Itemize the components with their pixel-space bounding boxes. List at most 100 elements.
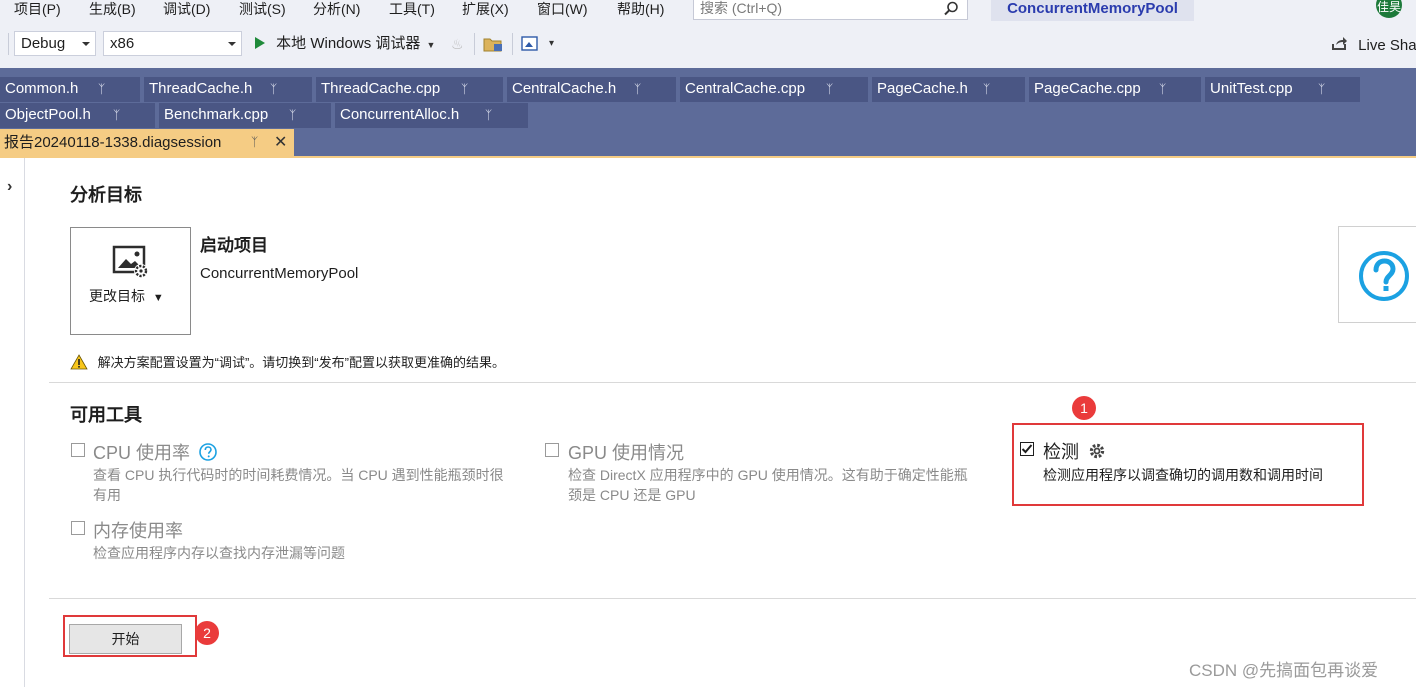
tab-common-h[interactable]: Common.h ᛉ (0, 77, 140, 102)
pin-icon[interactable]: ᛉ (270, 77, 277, 101)
pin-icon[interactable]: ᛉ (289, 103, 296, 127)
tab-objectpool-h[interactable]: ObjectPool.h ᛉ (0, 103, 155, 128)
pin-icon[interactable]: ᛉ (98, 77, 105, 101)
platform-value: x86 (110, 35, 135, 52)
menu-project[interactable]: 项目(P) (14, 0, 61, 20)
menu-tools[interactable]: 工具(T) (389, 0, 435, 20)
cpu-usage-desc-line1: 查看 CPU 执行代码时的时间耗费情况。当 CPU 遇到性能瓶颈时很 (93, 467, 504, 483)
memory-usage-description: 检查应用程序内存以查找内存泄漏等问题 (93, 545, 345, 561)
startup-project-title: 启动项目 (200, 236, 268, 255)
tab-threadcache-h[interactable]: ThreadCache.h ᛉ (144, 77, 312, 102)
gpu-usage-checkbox[interactable] (545, 443, 559, 457)
pin-icon[interactable]: ᛉ (113, 103, 120, 127)
tab-label: ConcurrentAlloc.h (340, 106, 460, 123)
config-warning: 解决方案配置设置为“调试”。请切换到“发布”配置以获取更准确的结果。 (70, 352, 505, 371)
start-debugging-button[interactable]: 本地 Windows 调试器 ▼ (254, 31, 435, 56)
memory-usage-checkbox[interactable] (71, 521, 85, 535)
close-icon[interactable]: ✕ (274, 129, 287, 156)
config-dropdown[interactable]: Debug (14, 31, 96, 56)
tab-centralcache-h[interactable]: CentralCache.h ᛉ (507, 77, 676, 102)
section-divider (49, 598, 1416, 599)
tab-benchmark-cpp[interactable]: Benchmark.cpp ᛉ (159, 103, 331, 128)
tab-threadcache-cpp[interactable]: ThreadCache.cpp ᛉ (316, 77, 503, 102)
tab-pagecache-cpp[interactable]: PageCache.cpp ᛉ (1029, 77, 1201, 102)
gpu-usage-desc-line2: 颈是 CPU 还是 GPU (568, 487, 696, 503)
cpu-usage-desc-line2: 有用 (93, 487, 121, 503)
gpu-usage-title: GPU 使用情况 (568, 443, 685, 463)
chevron-down-icon: ▼ (426, 40, 436, 50)
cpu-usage-checkbox[interactable] (71, 443, 85, 457)
avatar[interactable]: 佳昊 (1376, 0, 1402, 18)
hot-reload-icon[interactable]: ♨ (451, 36, 464, 53)
tab-label: Common.h (5, 80, 79, 97)
window-layout-icon[interactable] (521, 36, 539, 52)
watermark: CSDN @先搞面包再谈爱 (1189, 661, 1379, 680)
tab-label: 报告20240118-1338.diagsession (4, 134, 222, 151)
warning-icon (70, 354, 88, 370)
search-input[interactable]: 搜索 (Ctrl+Q) (693, 0, 968, 20)
pin-icon[interactable]: ᛉ (251, 129, 258, 156)
help-circle-icon[interactable] (199, 443, 217, 461)
folder-icon[interactable] (483, 36, 503, 52)
startup-project-name: ConcurrentMemoryPool (200, 265, 359, 282)
chevron-down-icon: ▼ (152, 292, 164, 304)
cpu-usage-title: CPU 使用率 (93, 439, 217, 465)
pin-icon[interactable]: ᛉ (1318, 77, 1325, 101)
tab-centralcache-cpp[interactable]: CentralCache.cpp ᛉ (680, 77, 868, 102)
platform-dropdown[interactable]: x86 (103, 31, 242, 56)
pin-icon[interactable]: ᛉ (1159, 77, 1166, 101)
warning-text: 解决方案配置设置为“调试”。请切换到“发布”配置以获取更准确的结果。 (97, 355, 505, 370)
overflow-chevron-icon[interactable]: ▾ (549, 38, 554, 49)
available-tools-heading: 可用工具 (70, 405, 142, 425)
tab-label: UnitTest.cpp (1210, 80, 1293, 97)
config-value: Debug (21, 35, 66, 52)
chevron-right-icon[interactable]: › (7, 178, 12, 196)
run-label: 本地 Windows 调试器 (276, 35, 421, 52)
menu-help[interactable]: 帮助(H) (617, 0, 664, 20)
section-divider (49, 382, 1416, 383)
help-panel[interactable] (1338, 226, 1416, 323)
menu-build[interactable]: 生成(B) (89, 0, 136, 20)
highlight-box-start (63, 615, 197, 657)
change-target-label: 更改目标 ▼ (89, 286, 164, 306)
solution-title: ConcurrentMemoryPool (991, 0, 1194, 21)
pin-icon[interactable]: ᛉ (485, 103, 492, 127)
search-icon (944, 1, 958, 16)
live-share-button[interactable]: Live Sha (1330, 36, 1416, 54)
pin-icon[interactable]: ᛉ (983, 77, 990, 101)
pin-icon[interactable]: ᛉ (461, 77, 468, 101)
tab-label: ThreadCache.h (149, 80, 253, 97)
tab-pagecache-h[interactable]: PageCache.h ᛉ (872, 77, 1025, 102)
toolbar-separator (474, 33, 475, 55)
menu-window[interactable]: 窗口(W) (537, 0, 588, 20)
menu-bar: 项目(P) 生成(B) 调试(D) 测试(S) 分析(N) 工具(T) 扩展(X… (0, 0, 1416, 28)
toolbar-separator (512, 33, 513, 55)
tab-diagsession[interactable]: 报告20240118-1338.diagsession ᛉ ✕ (0, 129, 294, 156)
change-target-button[interactable]: 更改目标 ▼ (70, 227, 191, 335)
tab-label: ObjectPool.h (5, 106, 91, 123)
target-image-gear-icon (112, 245, 148, 278)
tab-concurrentalloc-h[interactable]: ConcurrentAlloc.h ᛉ (335, 103, 528, 128)
menu-test[interactable]: 测试(S) (239, 0, 286, 20)
toolbar-separator (8, 33, 9, 55)
pin-icon[interactable]: ᛉ (634, 77, 641, 101)
menu-analyze[interactable]: 分析(N) (313, 0, 360, 20)
pin-icon[interactable]: ᛉ (826, 77, 833, 101)
step-badge-1: 1 (1072, 396, 1096, 420)
cpu-usage-label: CPU 使用率 (93, 443, 191, 463)
chevron-down-icon (82, 42, 90, 46)
chevron-down-icon (228, 42, 236, 46)
share-icon (1332, 37, 1347, 50)
tab-label: CentralCache.h (512, 80, 617, 97)
highlight-box-instrumentation (1012, 423, 1364, 506)
step-badge-2: 2 (195, 621, 219, 645)
tab-label: PageCache.cpp (1034, 80, 1141, 97)
menu-extensions[interactable]: 扩展(X) (462, 0, 509, 20)
tab-unittest-cpp[interactable]: UnitTest.cpp ᛉ (1205, 77, 1360, 102)
cpu-usage-description: 查看 CPU 执行代码时的时间耗费情况。当 CPU 遇到性能瓶颈时很 有用 (93, 465, 538, 505)
menu-debug[interactable]: 调试(D) (163, 0, 210, 20)
memory-usage-title: 内存使用率 (93, 521, 183, 541)
tab-label: ThreadCache.cpp (321, 80, 441, 97)
help-question-icon (1359, 251, 1409, 301)
gpu-usage-description: 检查 DirectX 应用程序中的 GPU 使用情况。这有助于确定性能瓶 颈是 … (568, 465, 1008, 505)
